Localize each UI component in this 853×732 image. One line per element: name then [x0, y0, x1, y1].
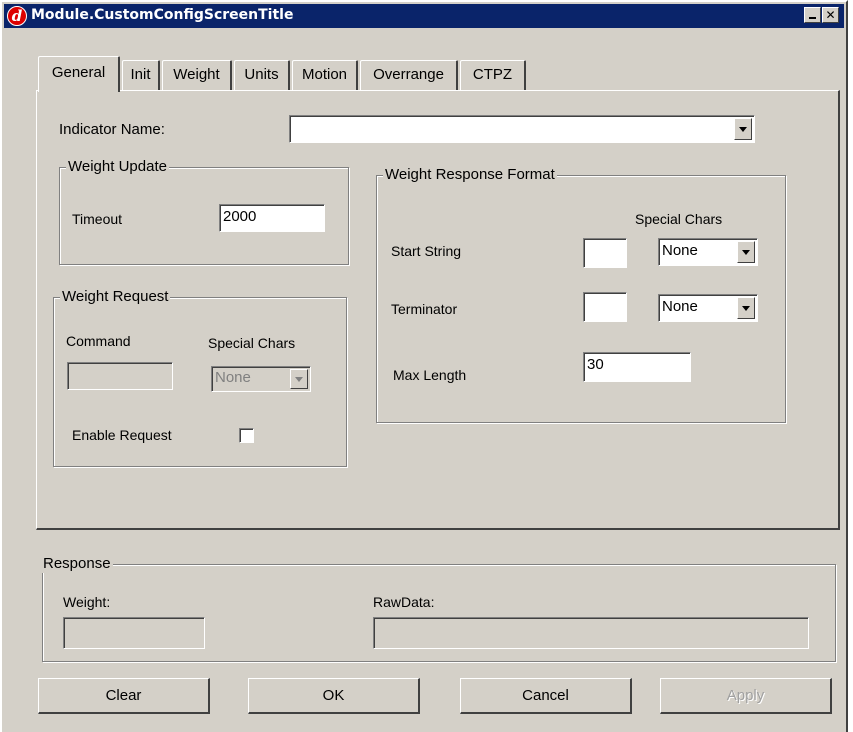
- response-rawdata-field: [373, 617, 809, 649]
- enable-request-checkbox[interactable]: [239, 428, 254, 443]
- weight-label: Weight:: [63, 594, 111, 610]
- tab-label: Init: [130, 66, 151, 83]
- weight-request-title: Weight Request: [60, 288, 171, 306]
- tab-label: General: [51, 64, 106, 81]
- request-special-chars-dropdown-button[interactable]: [290, 369, 308, 389]
- general-tab-panel: Indicator Name: Weight Update Timeout 20…: [36, 90, 840, 530]
- tab-overrange[interactable]: Overrange: [360, 60, 458, 90]
- start-string-input[interactable]: [583, 238, 627, 268]
- cancel-label: Cancel: [522, 687, 569, 704]
- apply-button[interactable]: Apply: [660, 678, 832, 714]
- chevron-down-icon: [739, 127, 747, 132]
- tab-ctpz[interactable]: CTPZ: [460, 60, 526, 90]
- request-special-chars-select[interactable]: None: [211, 366, 311, 392]
- close-button[interactable]: ✕: [822, 7, 839, 23]
- terminator-label: Terminator: [391, 301, 458, 317]
- terminator-input[interactable]: [583, 292, 627, 322]
- window-title: Module.CustomConfigScreenTitle: [31, 7, 294, 23]
- terminator-special-chars-value: None: [662, 298, 698, 315]
- weight-update-title: Weight Update: [66, 158, 169, 176]
- indicator-name-dropdown-button[interactable]: [734, 118, 752, 140]
- terminator-special-chars-select[interactable]: None: [658, 294, 758, 322]
- command-input[interactable]: [67, 362, 173, 390]
- timeout-input[interactable]: 2000: [219, 204, 325, 232]
- weight-response-format-title: Weight Response Format: [383, 166, 557, 184]
- tab-motion[interactable]: Motion: [292, 60, 358, 90]
- clear-label: Clear: [105, 687, 142, 704]
- response-weight-field: [63, 617, 205, 649]
- minimize-button[interactable]: [804, 7, 821, 23]
- tab-label: CTPZ: [472, 66, 513, 83]
- apply-label: Apply: [726, 687, 765, 704]
- tab-general[interactable]: General: [38, 56, 120, 92]
- chevron-down-icon: [742, 250, 750, 255]
- tab-weight[interactable]: Weight: [162, 60, 232, 90]
- max-length-label: Max Length: [393, 367, 467, 383]
- chevron-down-icon: [295, 377, 303, 382]
- tab-label: Weight: [173, 66, 220, 83]
- start-special-chars-value: None: [662, 242, 698, 259]
- request-special-chars-label: Special Chars: [208, 335, 296, 351]
- close-icon: ✕: [825, 8, 836, 22]
- response-group: Response Weight: RawData:: [41, 555, 836, 662]
- weight-request-group: Weight Request Command Special Chars Non…: [53, 288, 347, 467]
- start-string-label: Start String: [391, 243, 462, 259]
- command-label: Command: [66, 333, 131, 349]
- weight-response-format-group: Weight Response Format Special Chars Sta…: [376, 166, 786, 423]
- max-length-value: 30: [587, 356, 604, 373]
- start-special-chars-dropdown-button[interactable]: [737, 241, 755, 263]
- rawdata-label: RawData:: [373, 594, 435, 610]
- app-logo-icon: d: [7, 6, 27, 26]
- terminator-special-chars-dropdown-button[interactable]: [737, 297, 755, 319]
- max-length-input[interactable]: 30: [583, 352, 691, 382]
- weight-update-group: Weight Update Timeout 2000: [59, 158, 349, 265]
- title-bar[interactable]: d Module.CustomConfigScreenTitle ✕: [4, 4, 844, 28]
- start-special-chars-select[interactable]: None: [658, 238, 758, 266]
- chevron-down-icon: [742, 306, 750, 311]
- response-title: Response: [41, 555, 113, 573]
- indicator-name-label: Indicator Name:: [59, 121, 165, 138]
- tab-label: Units: [244, 66, 279, 83]
- indicator-name-combo[interactable]: [289, 115, 755, 143]
- enable-request-label: Enable Request: [72, 427, 172, 443]
- tab-label: Overrange: [373, 66, 444, 83]
- tab-label: Motion: [301, 66, 348, 83]
- clear-button[interactable]: Clear: [38, 678, 210, 714]
- cancel-button[interactable]: Cancel: [460, 678, 632, 714]
- minimize-icon: [809, 17, 816, 19]
- timeout-label: Timeout: [72, 211, 123, 227]
- tab-units[interactable]: Units: [234, 60, 290, 90]
- response-special-chars-label: Special Chars: [635, 211, 723, 227]
- dialog-window: d Module.CustomConfigScreenTitle ✕ Gener…: [0, 0, 848, 732]
- tab-init[interactable]: Init: [122, 60, 160, 90]
- request-special-chars-value: None: [215, 369, 251, 386]
- timeout-value: 2000: [223, 208, 257, 225]
- ok-button[interactable]: OK: [248, 678, 420, 714]
- ok-label: OK: [322, 687, 345, 704]
